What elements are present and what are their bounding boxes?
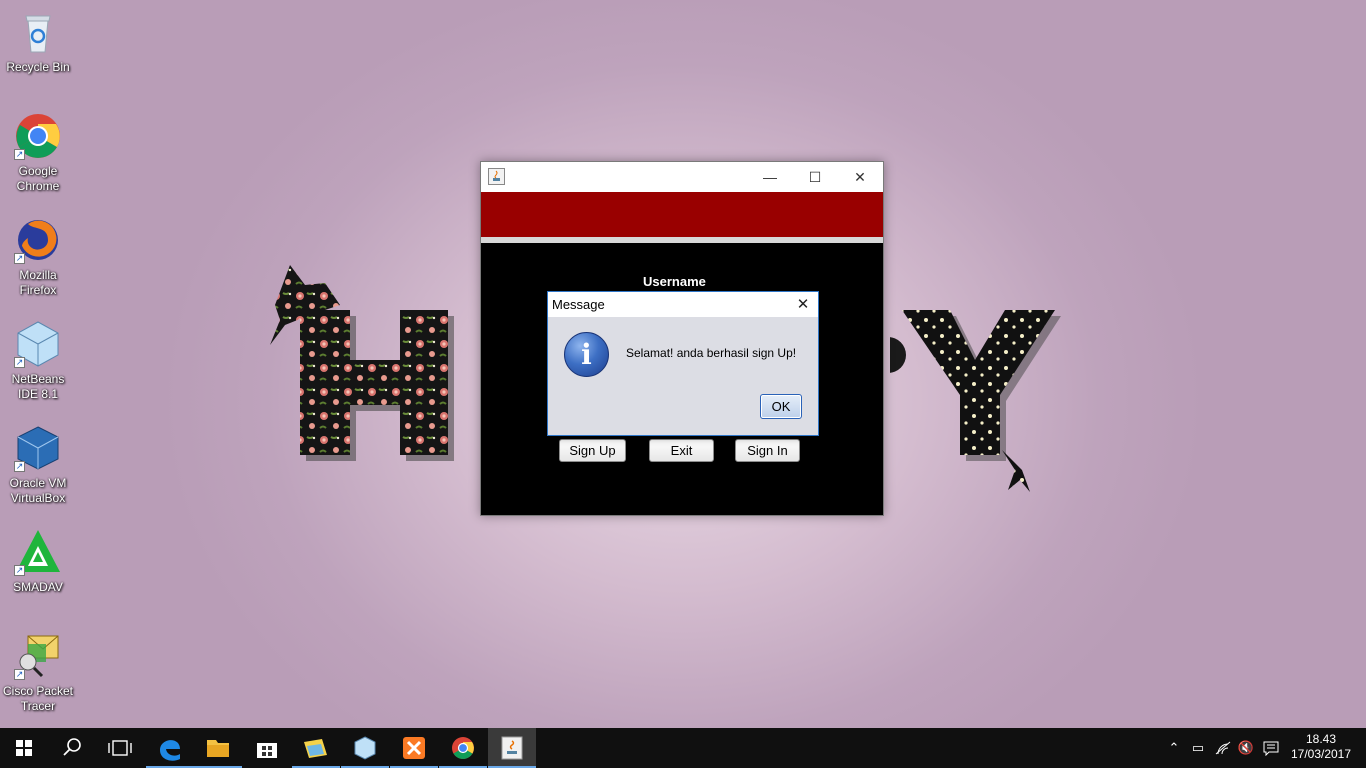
info-icon: i bbox=[564, 332, 609, 377]
dialog-title: Message bbox=[552, 297, 605, 312]
dialog-close-button[interactable]: ✕ bbox=[788, 292, 818, 317]
dialog-message: Selamat! anda berhasil sign Up! bbox=[626, 346, 797, 360]
battery-icon[interactable]: ▭ bbox=[1189, 740, 1207, 756]
folder-icon bbox=[207, 740, 229, 757]
exit-button[interactable]: Exit bbox=[649, 439, 714, 462]
shortcut-arrow-icon: ↗ bbox=[14, 461, 25, 472]
virtualbox-icon: ↗ bbox=[14, 424, 62, 472]
volume-muted-icon[interactable]: 🔇 bbox=[1237, 740, 1255, 756]
taskbar-photos[interactable] bbox=[292, 728, 340, 768]
smadav-shortcut[interactable]: ↗ SMADAV bbox=[2, 528, 74, 595]
desktop-icon-label: NetBeans IDE 8.1 bbox=[11, 372, 65, 401]
sign-up-button[interactable]: Sign Up bbox=[559, 439, 626, 462]
dialog-title-bar[interactable]: Message ✕ bbox=[548, 292, 818, 317]
netbeans-shortcut[interactable]: ↗ NetBeans IDE 8.1 bbox=[2, 320, 74, 402]
xampp-icon bbox=[403, 737, 425, 759]
minimize-button[interactable]: — bbox=[747, 162, 793, 192]
window-close-button[interactable]: ✕ bbox=[837, 162, 883, 192]
search-button[interactable] bbox=[48, 728, 96, 768]
desktop-icon-label: Google Chrome bbox=[16, 164, 60, 193]
desktop-icon-label: Mozilla Firefox bbox=[19, 268, 57, 297]
header-banner bbox=[481, 192, 883, 237]
netbeans-icon: ↗ bbox=[14, 320, 62, 368]
search-icon bbox=[63, 738, 81, 756]
ok-button[interactable]: OK bbox=[760, 394, 802, 419]
photos-icon bbox=[304, 739, 327, 758]
taskbar-xampp[interactable] bbox=[390, 728, 438, 768]
taskbar-edge[interactable] bbox=[146, 728, 194, 768]
google-chrome-shortcut[interactable]: ↗ Google Chrome bbox=[2, 112, 74, 194]
shortcut-arrow-icon: ↗ bbox=[14, 669, 25, 680]
smadav-icon: ↗ bbox=[14, 528, 62, 576]
taskbar-file-explorer[interactable] bbox=[194, 728, 242, 768]
virtualbox-shortcut[interactable]: ↗ Oracle VM VirtualBox bbox=[2, 424, 74, 506]
shortcut-arrow-icon: ↗ bbox=[14, 149, 25, 160]
show-hidden-icons-chevron-icon[interactable]: ⌃ bbox=[1166, 740, 1182, 756]
mozilla-firefox-shortcut[interactable]: ↗ Mozilla Firefox bbox=[2, 216, 74, 298]
recycle-bin-shortcut[interactable]: Recycle Bin bbox=[2, 8, 74, 75]
chrome-icon bbox=[452, 737, 474, 759]
desktop-icon-label: SMADAV bbox=[13, 580, 63, 594]
window-title-bar[interactable]: — ☐ ✕ bbox=[481, 162, 883, 192]
shortcut-arrow-icon: ↗ bbox=[14, 253, 25, 264]
windows-logo-icon bbox=[16, 740, 32, 756]
store-icon bbox=[257, 743, 277, 758]
taskbar-netbeans[interactable] bbox=[341, 728, 389, 768]
maximize-button[interactable]: ☐ bbox=[792, 162, 838, 192]
wifi-icon[interactable] bbox=[1213, 740, 1233, 756]
shortcut-arrow-icon: ↗ bbox=[14, 565, 25, 576]
wallpaper-floral-letters-left bbox=[270, 265, 485, 470]
action-center-icon[interactable] bbox=[1261, 740, 1281, 757]
username-label: Username bbox=[643, 274, 706, 289]
packet-tracer-icon: ↗ bbox=[14, 632, 62, 680]
sign-in-button[interactable]: Sign In bbox=[735, 439, 800, 462]
firefox-icon: ↗ bbox=[14, 216, 62, 264]
wallpaper-floral-letters-right bbox=[870, 300, 1065, 505]
java-icon bbox=[501, 736, 523, 760]
task-view-button[interactable] bbox=[96, 728, 144, 768]
task-view-icon bbox=[108, 740, 132, 756]
clock-date: 17/03/2017 bbox=[1290, 747, 1352, 761]
netbeans-icon bbox=[354, 736, 376, 760]
cisco-packet-tracer-shortcut[interactable]: ↗ Cisco Packet Tracer bbox=[2, 632, 74, 714]
start-button[interactable] bbox=[0, 728, 48, 768]
taskbar-java[interactable] bbox=[488, 728, 536, 768]
system-clock[interactable]: 18.43 17/03/2017 bbox=[1290, 732, 1352, 762]
desktop-icon-label: Cisco Packet Tracer bbox=[2, 684, 74, 713]
chrome-icon: ↗ bbox=[14, 112, 62, 160]
recycle-bin-icon bbox=[14, 8, 62, 56]
java-app-icon bbox=[488, 168, 505, 185]
message-dialog: Message ✕ i Selamat! anda berhasil sign … bbox=[547, 291, 819, 436]
taskbar-chrome[interactable] bbox=[439, 728, 487, 768]
taskbar-store[interactable] bbox=[243, 728, 291, 768]
edge-icon bbox=[160, 740, 180, 761]
desktop-icon-label: Recycle Bin bbox=[6, 60, 70, 74]
desktop-icon-label: Oracle VM VirtualBox bbox=[9, 476, 67, 505]
shortcut-arrow-icon: ↗ bbox=[14, 357, 25, 368]
taskbar: ⌃ ▭ 🔇 18.43 17/03/2017 bbox=[0, 728, 1366, 768]
clock-time: 18.43 bbox=[1305, 732, 1337, 746]
